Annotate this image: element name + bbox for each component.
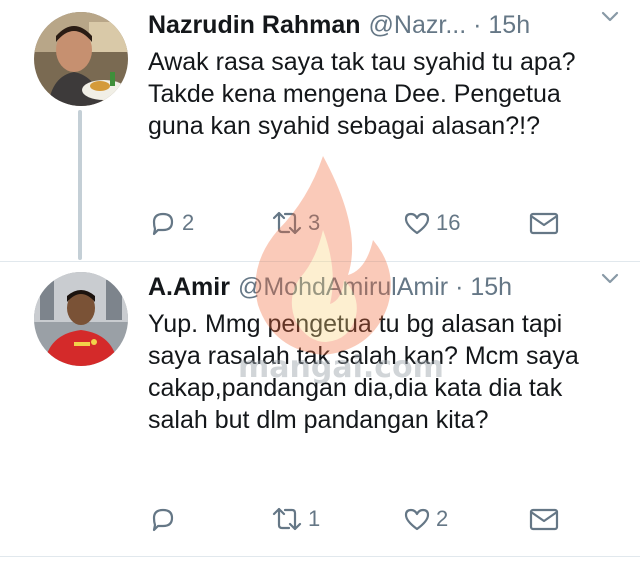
like-count: 16 [436,210,461,235]
timestamp[interactable]: · 15h [473,11,530,39]
tweet-actions: 1 2 [148,502,600,536]
direct-message-button[interactable] [528,206,560,240]
tweet-header: A.Amir @MohdAmirulAmir · 15h [148,270,624,304]
display-name[interactable]: Nazrudin Rahman [148,11,361,39]
retweet-count: 3 [308,210,321,235]
retweet-count: 1 [308,506,321,531]
retweet-icon [270,208,304,238]
user-handle[interactable]: @Nazr... [369,11,467,39]
display-name[interactable]: A.Amir [148,273,230,301]
reply-icon [148,208,178,238]
thread-line [78,110,82,260]
reply-count: 2 [182,210,195,235]
like-button[interactable]: 16 [402,206,460,240]
avatar[interactable] [34,12,128,106]
chevron-down-icon[interactable] [600,6,620,26]
retweet-button[interactable]: 1 [270,502,320,536]
heart-icon [402,208,432,238]
envelope-icon [528,504,560,534]
chevron-down-icon[interactable] [600,268,620,288]
reply-button[interactable] [148,502,182,536]
timestamp[interactable]: · 15h [455,273,512,301]
user-handle[interactable]: @MohdAmirulAmir [238,273,448,301]
tweet-header: Nazrudin Rahman @Nazr... · 15h [148,8,624,42]
tweet-text: Awak rasa saya tak tau syahid tu apa? Ta… [148,48,576,140]
tweet-text: Yup. Mmg pengetua tu bg alasan tapi saya… [148,310,579,434]
avatar[interactable] [34,272,128,366]
divider [0,556,640,557]
tweet-1[interactable]: Nazrudin Rahman @Nazr... · 15h Awak rasa … [0,0,640,262]
retweet-button[interactable]: 3 [270,206,320,240]
retweet-icon [270,504,304,534]
tweet-2[interactable]: A.Amir @MohdAmirulAmir · 15h Yup. Mmg pen… [0,262,640,562]
direct-message-button[interactable] [528,502,560,536]
like-count: 2 [436,506,449,531]
reply-button[interactable]: 2 [148,206,194,240]
heart-icon [402,504,432,534]
like-button[interactable]: 2 [402,502,448,536]
tweet-actions: 2 3 16 [148,206,600,240]
envelope-icon [528,208,560,238]
reply-icon [148,504,178,534]
